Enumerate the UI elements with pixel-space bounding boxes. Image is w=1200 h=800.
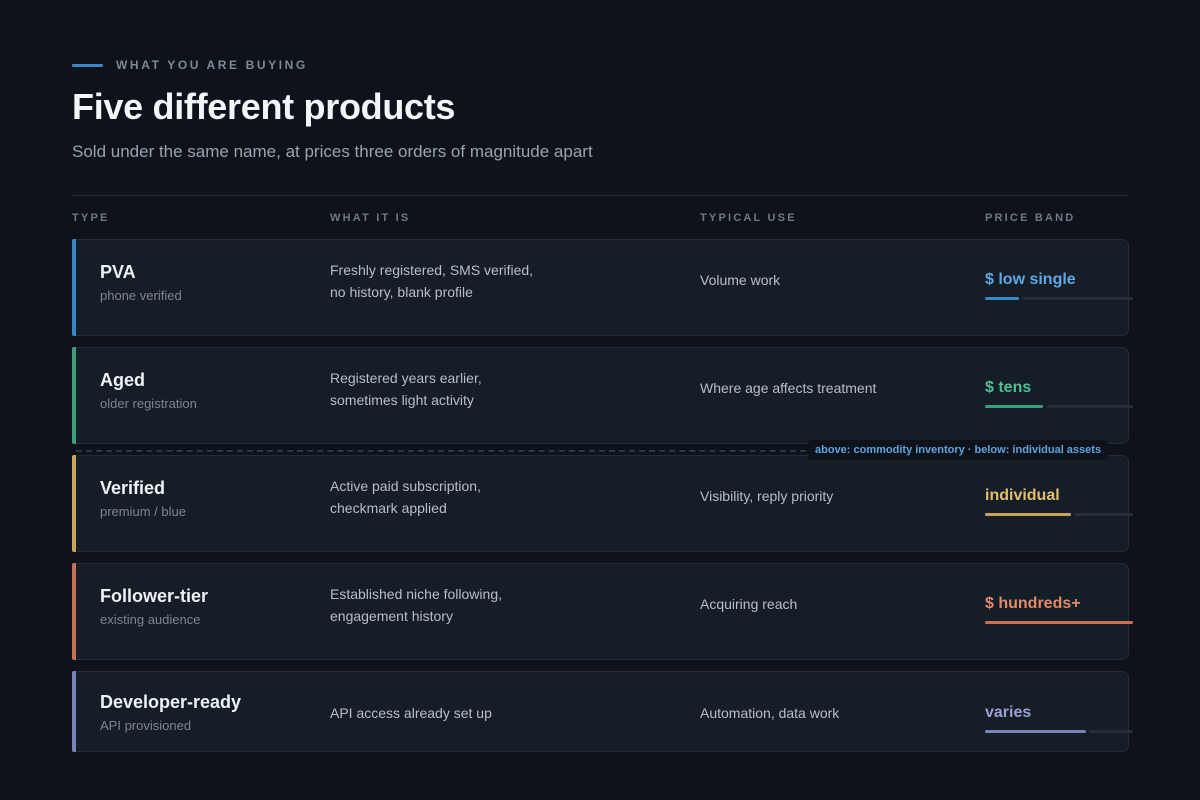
product-name: Developer-ready <box>100 692 242 712</box>
price-level-gap <box>1019 297 1023 300</box>
product-description: Active paid subscription, checkmark appl… <box>330 475 481 519</box>
product-subtitle: older registration <box>100 396 197 411</box>
product-row-verified: Verified premium / blue Active paid subs… <box>72 455 1133 552</box>
column-header-use: TYPICAL USE <box>700 212 797 224</box>
product-subtitle: existing audience <box>100 612 201 627</box>
row-accent <box>72 239 76 336</box>
product-description: Freshly registered, SMS verified, no his… <box>330 259 533 303</box>
tier-divider-label: above: commodity inventory · below: indi… <box>808 440 1109 460</box>
typical-use: Acquiring reach <box>700 596 798 612</box>
product-row-pva: PVA phone verified Freshly registered, S… <box>72 239 1133 336</box>
price-level-bar <box>985 621 1133 624</box>
price-band: varies <box>985 704 1032 721</box>
price-level-fill <box>985 405 1043 408</box>
header-divider <box>72 195 1128 196</box>
product-subtitle: premium / blue <box>100 504 186 519</box>
eyebrow-label: WHAT YOU ARE BUYING <box>116 58 308 72</box>
column-header-type: TYPE <box>72 212 110 224</box>
product-name: Aged <box>100 370 145 390</box>
product-description: API access already set up <box>330 702 492 724</box>
row-accent <box>72 455 76 552</box>
price-level-gap <box>1043 405 1047 408</box>
price-level-fill <box>985 297 1019 300</box>
price-level-fill <box>985 513 1071 516</box>
eyebrow-accent-line <box>72 63 103 67</box>
product-subtitle: phone verified <box>100 288 182 303</box>
description-line: Established niche following, <box>330 586 502 602</box>
typical-use: Where age affects treatment <box>700 380 877 396</box>
product-name: PVA <box>100 262 136 282</box>
description-line: sometimes light activity <box>330 392 474 408</box>
product-row-follower-tier: Follower-tier existing audience Establis… <box>72 563 1133 660</box>
product-row-aged: Aged older registration Registered years… <box>72 347 1133 444</box>
typical-use: Volume work <box>700 272 781 288</box>
description-line: API access already set up <box>330 705 492 721</box>
row-accent <box>72 671 76 752</box>
price-band: individual <box>985 487 1060 504</box>
description-line: checkmark applied <box>330 500 447 516</box>
row-accent <box>72 563 76 660</box>
typical-use: Visibility, reply priority <box>700 488 834 504</box>
column-header-price: PRICE BAND <box>985 212 1076 224</box>
price-level-bar <box>985 405 1133 408</box>
description-line: no history, blank profile <box>330 284 473 300</box>
price-level-gap <box>1086 730 1090 733</box>
price-band: $ tens <box>985 379 1032 396</box>
row-accent <box>72 347 76 444</box>
price-level-fill <box>985 730 1086 733</box>
product-description: Registered years earlier, sometimes ligh… <box>330 367 482 411</box>
description-line: engagement history <box>330 608 453 624</box>
price-level-bar <box>985 297 1133 300</box>
description-line: Freshly registered, SMS verified, <box>330 262 534 278</box>
price-level-gap <box>1071 513 1075 516</box>
product-name: Verified <box>100 478 166 498</box>
page-subtitle: Sold under the same name, at prices thre… <box>72 142 593 161</box>
product-name: Follower-tier <box>100 586 209 606</box>
product-description: Established niche following, engagement … <box>330 583 502 627</box>
price-band: $ hundreds+ <box>985 595 1081 612</box>
product-row-developer-ready: Developer-ready API provisioned API acce… <box>72 671 1133 752</box>
product-subtitle: API provisioned <box>100 718 192 733</box>
price-level-bar <box>985 730 1133 733</box>
description-line: Registered years earlier, <box>330 370 482 386</box>
price-level-fill <box>985 621 1133 624</box>
typical-use: Automation, data work <box>700 705 840 721</box>
eyebrow: WHAT YOU ARE BUYING <box>72 58 308 72</box>
page-title: Five different products <box>72 86 456 127</box>
description-line: Active paid subscription, <box>330 478 481 494</box>
price-level-bar <box>985 513 1133 516</box>
column-header-what: WHAT IT IS <box>330 212 411 224</box>
price-band: $ low single <box>985 271 1076 288</box>
tier-divider-line <box>76 450 816 452</box>
